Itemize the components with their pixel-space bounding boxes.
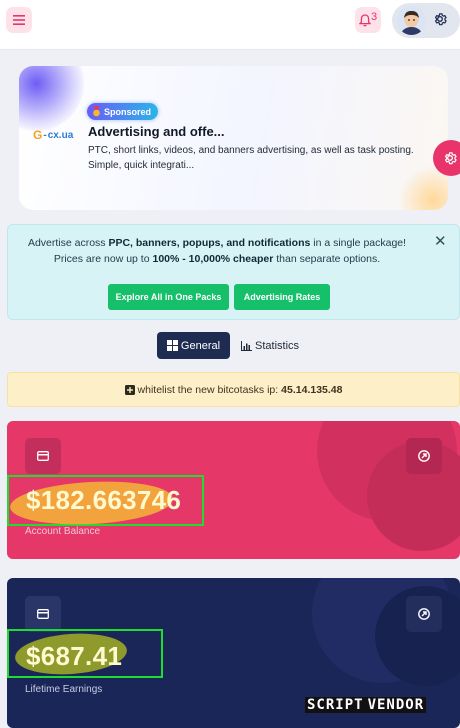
earnings-highlight-box: $687.41 (7, 629, 163, 678)
top-bar: 3 (0, 0, 460, 50)
medal-icon (93, 106, 100, 117)
wallet-card-icon (25, 438, 61, 474)
balance-highlight-box: $182.663746 (7, 475, 204, 529)
menu-button[interactable] (6, 7, 32, 33)
advertising-promo-banner: Advertise across PPC, banners, popups, a… (7, 224, 460, 320)
ad-description: PTC, short links, videos, and banners ad… (88, 145, 414, 171)
explore-packs-button[interactable]: Explore All in One Packs (108, 284, 229, 310)
open-link-icon[interactable] (406, 438, 442, 474)
close-icon[interactable]: ✕ (434, 234, 447, 249)
whitelist-notice: whitelist the new bitcotasks ip: 45.14.1… (7, 372, 460, 407)
sponsored-badge: Sponsored (87, 103, 159, 120)
grid-icon (166, 340, 178, 351)
scriptvendor-watermark: SCRIPT VENDOR (305, 697, 427, 713)
user-menu[interactable] (392, 3, 460, 38)
settings-gear-icon[interactable] (432, 11, 448, 27)
advertiser-logo: G - cx.ua (33, 128, 74, 142)
account-balance-label: Account Balance (25, 526, 101, 537)
account-balance-card: $182.663746 Account Balance (7, 421, 460, 559)
bell-icon (359, 13, 371, 26)
whitelist-ip: 45.14.135.48 (281, 383, 343, 396)
hamburger-icon (13, 15, 25, 25)
advertising-rates-button[interactable]: Advertising Rates (234, 284, 330, 310)
notifications-button[interactable]: 3 (355, 7, 381, 33)
tab-statistics[interactable]: Statistics (241, 332, 299, 359)
account-balance-value: $182.663746 (26, 485, 182, 515)
wallet-card-icon (25, 596, 61, 632)
card-glow-decoration (19, 66, 84, 131)
notification-count: 3 (371, 11, 378, 23)
tab-general[interactable]: General (157, 332, 230, 359)
lifetime-earnings-label: Lifetime Earnings (25, 684, 103, 695)
avatar[interactable] (397, 6, 426, 35)
gear-icon (444, 152, 457, 165)
plus-square-icon (124, 384, 135, 395)
lifetime-earnings-value: $687.41 (26, 641, 123, 671)
user-avatar-icon (397, 6, 426, 35)
ad-title[interactable]: Advertising and offe... (88, 124, 225, 139)
open-link-icon[interactable] (406, 596, 442, 632)
bar-chart-icon (241, 340, 252, 351)
promo-text: Advertise across PPC, banners, popups, a… (27, 237, 407, 265)
sponsored-ad-card[interactable]: G - cx.ua Sponsored Advertising and offe..… (19, 66, 448, 210)
